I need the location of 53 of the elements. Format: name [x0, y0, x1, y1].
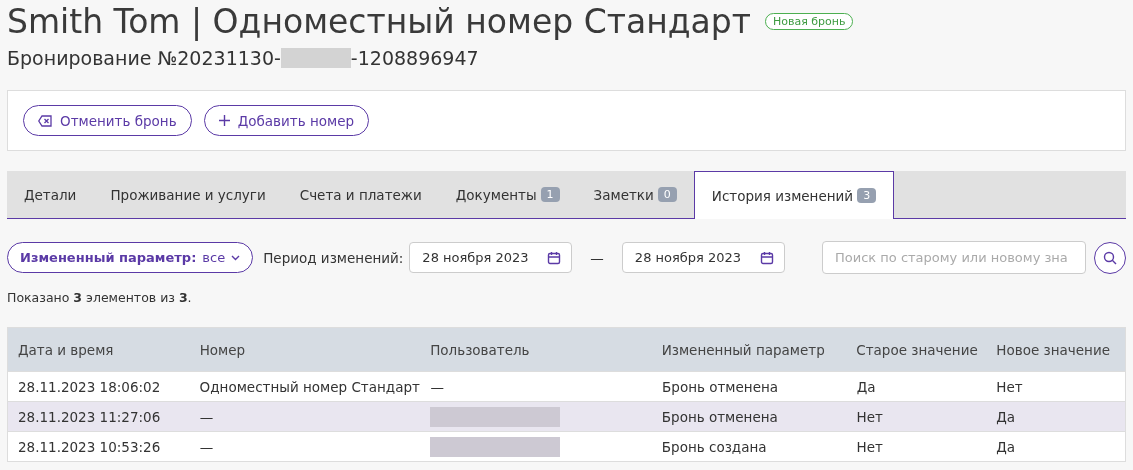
date-separator: —	[590, 249, 604, 266]
table-cell: Нет	[856, 438, 883, 455]
results-summary: Показано 3 элементов из 3.	[7, 290, 193, 305]
parameter-filter-dropdown[interactable]: Измененный параметр: все	[7, 242, 254, 273]
add-room-button[interactable]: Добавить номер	[203, 105, 370, 136]
table-cell: —	[199, 408, 214, 425]
tab[interactable]: Заметки 0	[576, 171, 694, 218]
table-cell: Одноместный номер Стандарт	[199, 378, 420, 395]
search-icon	[1103, 250, 1117, 265]
table-cell: 28.11.2023 10:53:26	[18, 438, 161, 455]
table-cell: Нет	[996, 378, 1023, 395]
chevron-down-icon	[231, 254, 241, 261]
table-cell: Да	[856, 378, 876, 395]
search-field[interactable]: Поиск по старому или новому зна	[822, 241, 1086, 274]
booking-number-suffix: -1208896947	[350, 47, 479, 69]
count-badge: 3	[857, 188, 877, 203]
column-header: Старое значение	[855, 341, 979, 358]
date-field[interactable]: 28 ноября 2023	[621, 242, 785, 273]
tab[interactable]: Проживание и услуги	[93, 171, 283, 218]
table-cell: 28.11.2023 18:06:02	[18, 378, 161, 395]
calendar-icon	[547, 250, 562, 265]
tab[interactable]: История изменений 3	[693, 171, 895, 219]
column-header: Пользователь	[429, 341, 531, 358]
calendar-icon	[759, 250, 774, 265]
column-header: Номер	[198, 341, 247, 358]
search-button[interactable]	[1094, 241, 1126, 274]
tab[interactable]: Счета и платежи	[282, 171, 439, 218]
column-header: Новое значение	[995, 341, 1111, 358]
plus-icon	[218, 115, 230, 126]
tab[interactable]: Документы 1	[438, 171, 577, 218]
table-cell: Бронь отменена	[662, 378, 779, 395]
table-row[interactable]: 28.11.2023 11:27:06 — Бронь отменена Нет Да	[8, 401, 1125, 431]
table-cell: Да	[996, 438, 1016, 455]
table-row[interactable]: 28.11.2023 10:53:26 — Бронь создана Нет Да	[8, 431, 1125, 461]
page-title: Smith Tom | Одноместный номер Стандарт	[7, 2, 751, 41]
table-cell: Нет	[856, 408, 883, 425]
table-cell: Да	[996, 408, 1016, 425]
count-badge: 1	[540, 187, 560, 202]
column-header: Измененный параметр	[660, 341, 826, 358]
date-field[interactable]: 28 ноября 2023	[409, 242, 573, 273]
count-badge: 0	[657, 187, 677, 202]
table-cell: —	[430, 378, 445, 395]
cancel-booking-button[interactable]: Отменить бронь	[23, 105, 192, 136]
column-header: Дата и время	[17, 341, 115, 358]
table-cell: —	[199, 438, 214, 455]
table-cell: Бронь создана	[661, 438, 767, 455]
table-cell: 28.11.2023 11:27:06	[18, 408, 161, 425]
status-badge: Новая бронь	[764, 13, 854, 30]
tab[interactable]: Детали	[7, 171, 94, 218]
period-label: Период изменений:	[263, 249, 404, 266]
backspace-icon	[38, 114, 52, 127]
booking-number-prefix: Бронирование №20231130-	[7, 47, 281, 69]
table-cell: Бронь отменена	[661, 408, 778, 425]
